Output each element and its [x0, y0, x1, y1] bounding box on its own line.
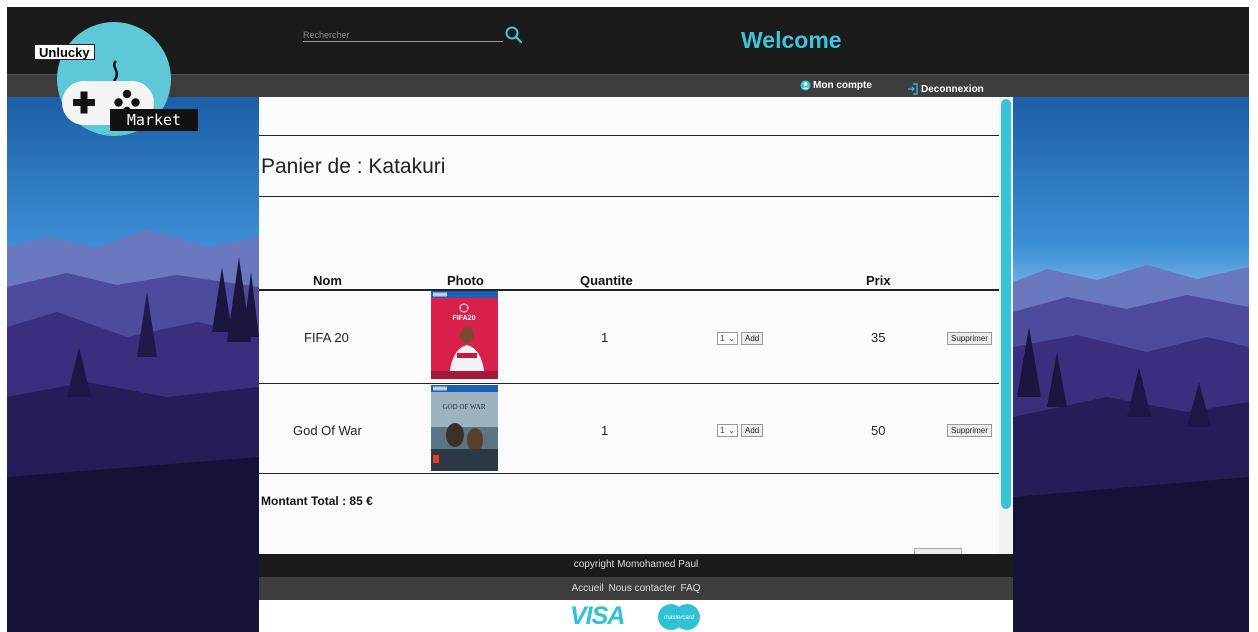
cart-total: Montant Total : 85 €: [261, 494, 373, 508]
logout-icon: [908, 83, 918, 95]
product-name: FIFA 20: [304, 330, 349, 345]
column-header-photo: Photo: [447, 273, 484, 288]
row-divider: [259, 473, 1000, 474]
search-box: [303, 25, 524, 46]
gamepad-icon: [62, 60, 154, 125]
search-icon[interactable]: [504, 25, 524, 45]
footer-nav: Accueil Nous contacter FAQ: [259, 577, 1013, 600]
column-header-name: Nom: [313, 273, 342, 288]
logo-unlucky-text: Unlucky: [34, 44, 95, 60]
vertical-scrollbar[interactable]: [999, 97, 1013, 554]
delete-button[interactable]: Supprimer: [947, 332, 992, 345]
visa-logo: VISA: [570, 602, 625, 630]
scrollbar-thumb[interactable]: [1001, 99, 1011, 509]
footer-link-home[interactable]: Accueil: [571, 583, 603, 594]
footer-link-contact[interactable]: Nous contacter: [608, 583, 675, 594]
footer-link-faq[interactable]: FAQ: [681, 583, 701, 594]
product-photo-fifa-20: FIFA20: [431, 291, 498, 379]
quantity-select[interactable]: 1 ⌄: [717, 332, 738, 345]
product-quantity: 1: [601, 423, 609, 438]
mastercard-logo: mastercard: [658, 604, 700, 630]
svg-text:GOD OF WAR: GOD OF WAR: [442, 403, 485, 411]
chevron-down-icon: ⌄: [728, 426, 735, 435]
product-quantity: 1: [601, 330, 609, 345]
logout-link[interactable]: Deconnexion: [907, 80, 984, 95]
delete-button[interactable]: Supprimer: [947, 424, 992, 437]
quantity-select-value: 1: [720, 426, 725, 435]
product-name: God Of War: [293, 423, 362, 438]
footer-copyright: copyright Momohamed Paul: [259, 554, 1013, 577]
product-price: 50: [871, 423, 886, 438]
product-price: 35: [871, 330, 886, 345]
divider: [259, 196, 1000, 197]
chevron-down-icon: ⌄: [728, 334, 735, 343]
quantity-select-value: 1: [720, 334, 725, 343]
column-header-price: Prix: [866, 273, 891, 288]
welcome-heading: Welcome: [741, 27, 842, 53]
table-header-rule: [259, 289, 1000, 291]
add-button[interactable]: Add: [741, 332, 764, 345]
logout-label: Deconnexion: [921, 84, 984, 95]
row-divider: [259, 383, 1000, 384]
payment-methods: VISA mastercard: [259, 600, 1013, 632]
cart-panel: Panier de : Katakuri Nom Photo Quantite …: [259, 97, 1013, 554]
cart-title: Panier de : Katakuri: [261, 155, 446, 178]
search-input[interactable]: [303, 28, 503, 42]
user-icon: [800, 80, 811, 91]
my-account-link[interactable]: Mon compte: [800, 80, 872, 91]
column-header-quantity: Quantite: [580, 273, 633, 288]
mastercard-text: mastercard: [664, 615, 695, 621]
add-button[interactable]: Add: [741, 424, 764, 437]
my-account-label: Mon compte: [813, 80, 872, 91]
logo-market-text: Market: [110, 109, 198, 131]
site-logo[interactable]: Unlucky Market: [7, 14, 198, 138]
svg-text:FIFA20: FIFA20: [453, 315, 476, 322]
product-photo-god-of-war: GOD OF WAR: [431, 385, 498, 471]
quantity-select[interactable]: 1 ⌄: [717, 424, 738, 437]
divider: [259, 135, 1000, 136]
